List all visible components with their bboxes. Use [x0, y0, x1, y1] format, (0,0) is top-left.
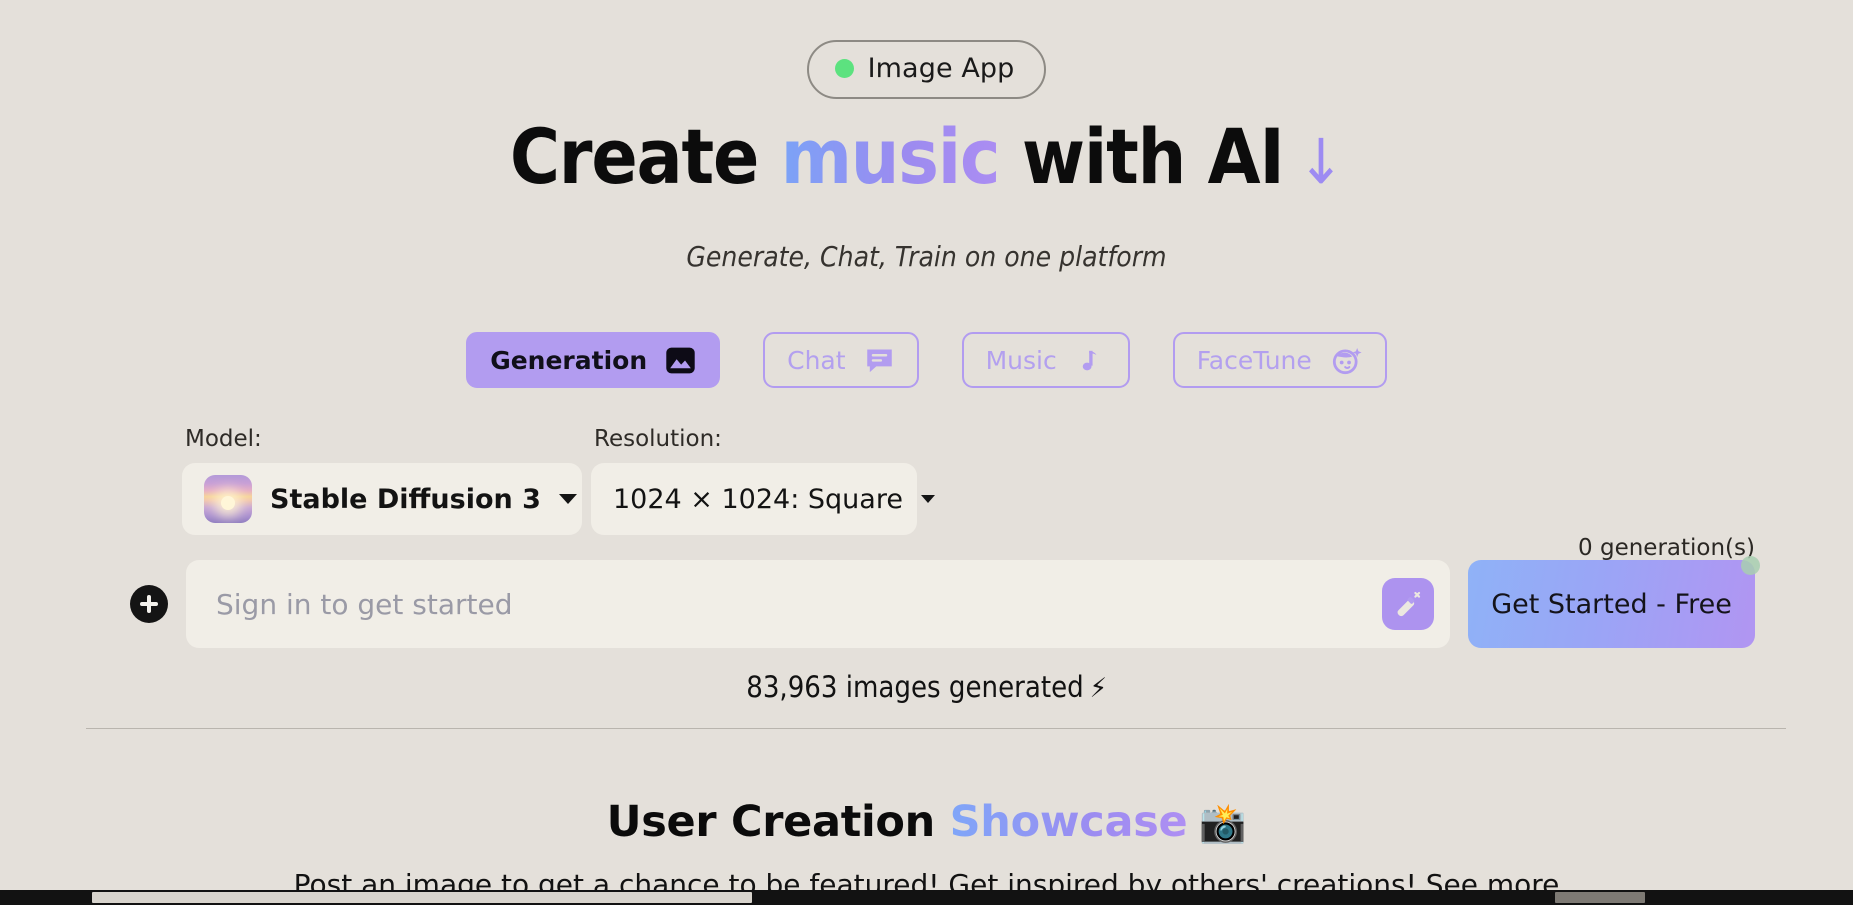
- tab-generation-label: Generation: [490, 345, 648, 375]
- camera-flash-icon: 📸: [1199, 801, 1247, 845]
- app-badge-label: Image App: [867, 53, 1015, 84]
- page-title: Create music with AI ↓: [0, 115, 1853, 199]
- model-dropdown[interactable]: Stable Diffusion 3: [182, 463, 582, 535]
- get-started-label: Get Started - Free: [1491, 588, 1732, 620]
- notification-dot-icon: [1741, 556, 1760, 575]
- prompt-row: Sign in to get started Get Started - Fre…: [130, 556, 1760, 648]
- images-generated-stat: 83,963 images generated ⚡: [0, 670, 1853, 704]
- down-arrow-icon: ↓: [1297, 125, 1345, 198]
- horizontal-scrollbar[interactable]: [0, 890, 1853, 905]
- tab-chat[interactable]: Chat: [763, 332, 919, 388]
- status-dot-icon: [834, 59, 854, 78]
- tab-facetune-label: FaceTune: [1196, 345, 1312, 375]
- get-started-button[interactable]: Get Started - Free: [1468, 556, 1760, 648]
- showcase-title-highlight: Showcase: [949, 797, 1188, 847]
- resolution-value: 1024 × 1024: Square: [613, 483, 903, 515]
- generation-controls: Model: Stable Diffusion 3 Resolution: 10…: [182, 426, 935, 535]
- showcase-title-part1: User Creation: [606, 797, 936, 847]
- app-badge-row: Image App: [0, 40, 1853, 99]
- scrollbar-thumb[interactable]: [92, 892, 752, 903]
- page-subtitle: Generate, Chat, Train on one platform: [686, 240, 1167, 273]
- magic-wand-icon[interactable]: [1382, 578, 1434, 630]
- resolution-control: Resolution: 1024 × 1024: Square: [591, 426, 935, 535]
- music-note-icon: [1075, 345, 1106, 376]
- images-generated-text: 83,963 images generated: [746, 670, 1084, 704]
- showcase-title: User Creation Showcase 📸: [0, 797, 1853, 847]
- chat-bubble-icon: [864, 345, 895, 376]
- app-page: Image App Create music with AI ↓ Generate…: [0, 0, 1853, 905]
- section-divider: [86, 728, 1786, 729]
- headline-part1: Create: [509, 112, 760, 201]
- plus-icon[interactable]: [130, 585, 168, 623]
- tab-generation[interactable]: Generation: [466, 332, 721, 388]
- chevron-down-icon: [920, 495, 935, 503]
- model-label: Model:: [185, 426, 262, 452]
- tab-facetune[interactable]: FaceTune: [1172, 332, 1387, 388]
- image-icon: [665, 345, 696, 376]
- headline-highlight: music: [780, 112, 1001, 201]
- mode-tabs: Generation Chat Music FaceTune: [0, 332, 1853, 388]
- headline-part2: with AI: [1021, 112, 1285, 201]
- sunset-thumbnail: [204, 475, 252, 523]
- face-sparkle-icon: [1330, 344, 1363, 377]
- chevron-down-icon: [558, 494, 577, 504]
- resolution-dropdown[interactable]: 1024 × 1024: Square: [591, 463, 935, 535]
- tab-music[interactable]: Music: [961, 332, 1130, 388]
- model-value: Stable Diffusion 3: [270, 483, 541, 515]
- tab-chat-label: Chat: [787, 345, 846, 375]
- prompt-placeholder: Sign in to get started: [216, 587, 513, 621]
- prompt-input[interactable]: Sign in to get started: [186, 560, 1450, 648]
- model-control: Model: Stable Diffusion 3: [182, 426, 582, 535]
- resolution-label: Resolution:: [594, 426, 722, 452]
- generation-counter: 0 generation(s): [1578, 535, 1755, 561]
- lightning-bolt-icon: ⚡: [1089, 673, 1107, 704]
- scrollbar-thumb-secondary[interactable]: [1555, 892, 1645, 903]
- app-badge[interactable]: Image App: [806, 40, 1047, 99]
- tab-music-label: Music: [985, 345, 1057, 375]
